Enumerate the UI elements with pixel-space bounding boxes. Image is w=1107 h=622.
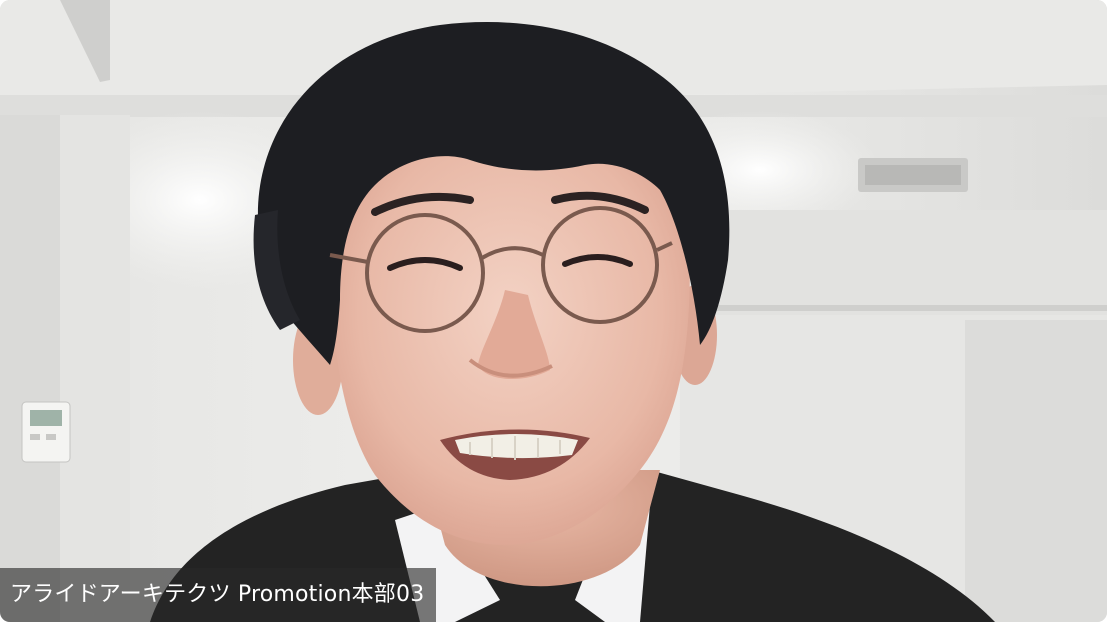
participant-video-feed	[0, 0, 1107, 622]
video-tile: アライドアーキテクツ Promotion本部03	[0, 0, 1107, 622]
participant-name-label: アライドアーキテクツ Promotion本部03	[0, 568, 437, 622]
